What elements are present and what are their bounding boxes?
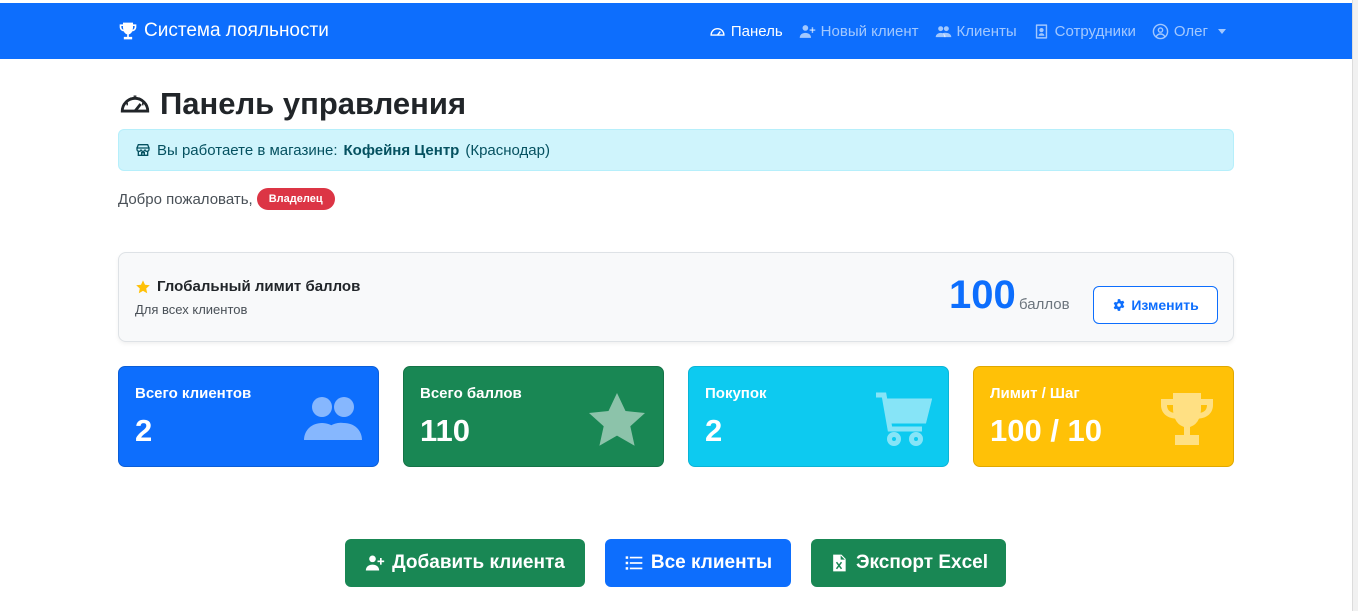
nav-label-dashboard: Панель (730, 22, 783, 40)
user-menu-dropdown[interactable]: Олег (1152, 23, 1226, 40)
stat-card-purchases: Покупок 2 (688, 366, 949, 467)
nav-label-clients: Клиенты (956, 22, 1017, 40)
limit-unit: баллов (1019, 296, 1070, 313)
nav-link-new-client[interactable]: Новый клиент (799, 23, 919, 40)
trophy-icon (119, 22, 137, 40)
welcome-line: Добро пожаловать, Владелец (118, 188, 335, 210)
page-title: Панель управления (118, 86, 466, 122)
welcome-text: Добро пожаловать, (118, 190, 253, 208)
file-excel-icon (833, 554, 846, 572)
limit-value: 100 (949, 273, 1016, 317)
top-navbar: Система лояльности Панель Новый клиент К… (0, 3, 1352, 59)
store-city: (Краснодар) (465, 141, 550, 159)
stat-value: 2 (705, 413, 723, 448)
edit-limit-button[interactable]: Изменить (1093, 286, 1218, 324)
chevron-down-icon (1218, 28, 1226, 34)
gauge-icon (710, 27, 725, 36)
stat-label: Лимит / Шаг (990, 385, 1080, 402)
limit-title-text: Глобальный лимит баллов (157, 278, 361, 295)
export-excel-button[interactable]: Экспорт Excel (811, 539, 1006, 587)
all-clients-button[interactable]: Все клиенты (605, 539, 791, 587)
store-alert-prefix: Вы работаете в магазине: (157, 141, 338, 159)
nav-link-employees[interactable]: Сотрудники (1033, 23, 1136, 40)
all-clients-label: Все клиенты (650, 552, 773, 573)
nav-link-dashboard[interactable]: Панель (709, 23, 783, 40)
stat-card-total-points: Всего баллов 110 (403, 366, 664, 467)
gauge-icon (120, 95, 150, 113)
stat-value: 100 / 10 (990, 413, 1103, 448)
user-plus-icon (799, 24, 815, 38)
store-icon (136, 144, 150, 156)
nav-menu: Панель Новый клиент Клиенты Сотрудники О… (709, 3, 1226, 59)
stat-label: Всего баллов (420, 385, 522, 402)
user-name: Олег (1173, 22, 1208, 40)
stat-value: 110 (420, 413, 471, 448)
add-client-button[interactable]: Добавить клиента (345, 539, 585, 587)
nav-link-clients[interactable]: Клиенты (935, 23, 1017, 40)
gear-icon (1114, 299, 1125, 311)
nav-label-employees: Сотрудники (1054, 22, 1136, 40)
cart-icon (876, 392, 932, 446)
list-icon (625, 556, 643, 570)
page: Система лояльности Панель Новый клиент К… (0, 0, 1358, 611)
star-icon (136, 279, 150, 293)
limit-title: Глобальный лимит баллов (135, 278, 360, 295)
page-title-text: Панель управления (160, 86, 467, 121)
brand[interactable]: Система лояльности (118, 3, 329, 59)
store-name: Кофейня Центр (343, 141, 460, 159)
user-circle-icon (1152, 23, 1169, 39)
id-badge-icon (1035, 23, 1047, 39)
limit-subtitle: Для всех клиентов (135, 302, 248, 317)
stat-value: 2 (135, 413, 153, 448)
role-badge: Владелец (256, 188, 335, 210)
brand-label: Система лояльности (144, 20, 329, 41)
users-icon (304, 397, 362, 440)
stat-label: Всего клиентов (135, 385, 252, 402)
user-plus-icon (365, 555, 385, 571)
trophy-icon (1161, 393, 1213, 445)
stat-card-total-clients: Всего клиентов 2 (118, 366, 379, 467)
store-alert: Вы работаете в магазине: Кофейня Центр (… (118, 129, 1234, 171)
stat-card-limit-step: Лимит / Шаг 100 / 10 (973, 366, 1234, 467)
page-scrollbar[interactable] (1352, 0, 1358, 611)
stat-label: Покупок (705, 385, 767, 402)
star-icon (589, 393, 645, 446)
export-excel-label: Экспорт Excel (855, 552, 989, 573)
users-icon (935, 25, 951, 37)
edit-limit-label: Изменить (1131, 297, 1199, 313)
global-limit-card: Глобальный лимит баллов Для всех клиенто… (118, 252, 1234, 342)
nav-label-new-client: Новый клиент (820, 22, 919, 40)
add-client-label: Добавить клиента (392, 552, 565, 573)
